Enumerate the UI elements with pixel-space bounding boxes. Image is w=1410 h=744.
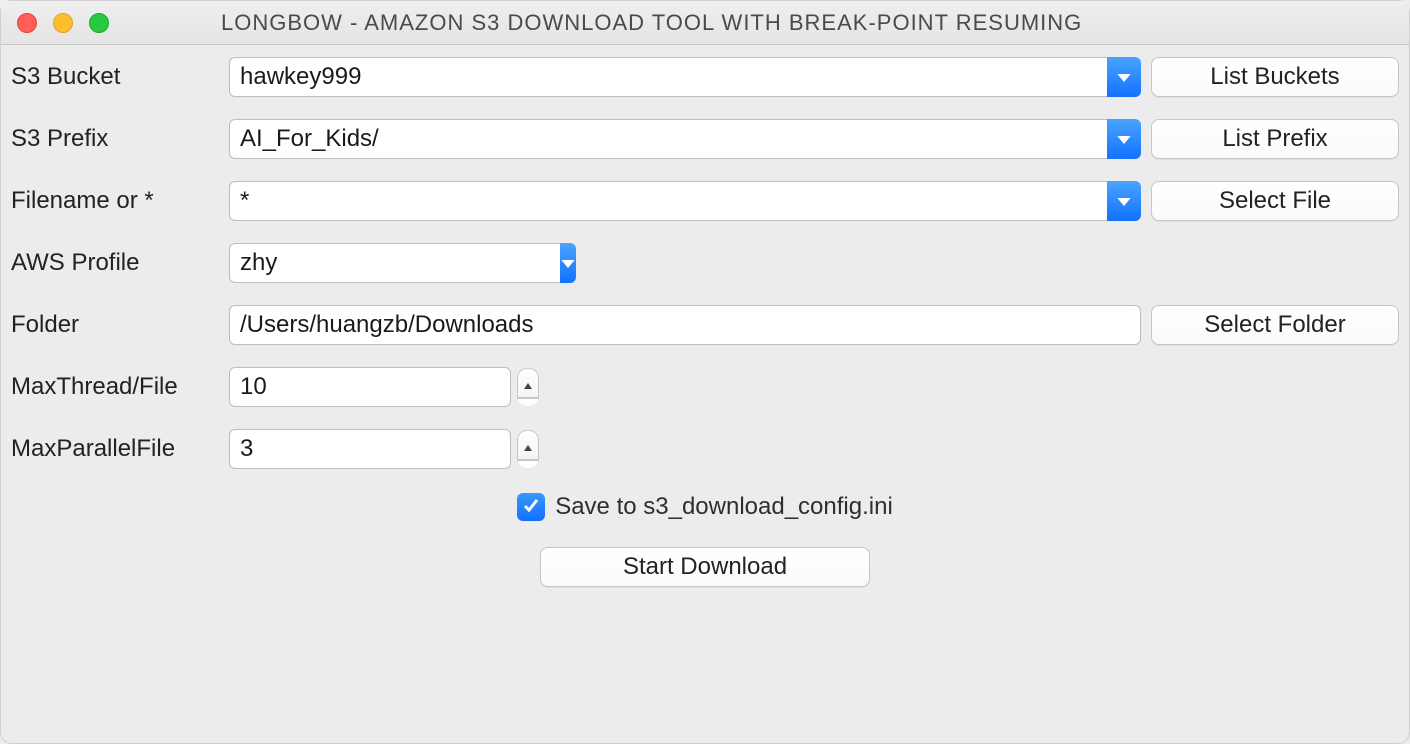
maxthread-step-down[interactable]	[517, 398, 539, 406]
maxparallel-step-down[interactable]	[517, 460, 539, 468]
folder-input[interactable]	[229, 305, 1141, 345]
chevron-down-icon	[523, 399, 533, 406]
maxthread-stepper	[517, 368, 539, 406]
save-config-label: Save to s3_download_config.ini	[555, 493, 893, 521]
maxparallel-input[interactable]	[229, 429, 511, 469]
close-window-button[interactable]	[17, 13, 37, 33]
maximize-window-button[interactable]	[89, 13, 109, 33]
s3-bucket-input[interactable]	[229, 57, 1107, 97]
s3-prefix-input[interactable]	[229, 119, 1107, 159]
list-buckets-button[interactable]: List Buckets	[1151, 57, 1399, 97]
label-aws-profile: AWS Profile	[11, 249, 219, 277]
row-folder: Folder Select Folder	[11, 305, 1399, 345]
list-prefix-button[interactable]: List Prefix	[1151, 119, 1399, 159]
chevron-down-icon	[1116, 125, 1132, 153]
chevron-down-icon	[1116, 63, 1132, 91]
chevron-down-icon	[1116, 187, 1132, 215]
s3-bucket-dropdown-button[interactable]	[1107, 57, 1141, 97]
start-download-button[interactable]: Start Download	[540, 547, 870, 587]
chevron-down-icon	[523, 461, 533, 468]
check-icon	[522, 493, 540, 521]
aws-profile-dropdown-button[interactable]	[560, 243, 576, 283]
row-maxparallel: MaxParallelFile	[11, 429, 1399, 469]
start-download-row: Start Download	[11, 547, 1399, 587]
label-maxparallel: MaxParallelFile	[11, 435, 219, 463]
save-config-checkbox[interactable]	[517, 493, 545, 521]
s3-bucket-combo	[229, 57, 1141, 97]
label-folder: Folder	[11, 311, 219, 339]
minimize-window-button[interactable]	[53, 13, 73, 33]
filename-input[interactable]	[229, 181, 1107, 221]
row-filename: Filename or * Select File	[11, 181, 1399, 221]
maxparallel-step-up[interactable]	[517, 430, 539, 460]
row-maxthread: MaxThread/File	[11, 367, 1399, 407]
titlebar: LONGBOW - AMAZON S3 DOWNLOAD TOOL WITH B…	[1, 1, 1409, 45]
label-maxthread: MaxThread/File	[11, 373, 219, 401]
chevron-up-icon	[523, 431, 533, 459]
maxthread-input[interactable]	[229, 367, 511, 407]
window-controls	[17, 13, 109, 33]
row-s3-bucket: S3 Bucket List Buckets	[11, 57, 1399, 97]
row-s3-prefix: S3 Prefix List Prefix	[11, 119, 1399, 159]
label-s3-bucket: S3 Bucket	[11, 63, 219, 91]
select-file-button[interactable]: Select File	[1151, 181, 1399, 221]
label-filename: Filename or *	[11, 187, 219, 215]
s3-prefix-combo	[229, 119, 1141, 159]
filename-combo	[229, 181, 1141, 221]
maxparallel-stepper	[517, 430, 539, 468]
row-aws-profile: AWS Profile	[11, 243, 1399, 283]
s3-prefix-dropdown-button[interactable]	[1107, 119, 1141, 159]
window-title: LONGBOW - AMAZON S3 DOWNLOAD TOOL WITH B…	[1, 10, 1409, 36]
maxthread-step-up[interactable]	[517, 368, 539, 398]
aws-profile-input[interactable]	[229, 243, 560, 283]
select-folder-button[interactable]: Select Folder	[1151, 305, 1399, 345]
aws-profile-combo	[229, 243, 539, 283]
main-content: S3 Bucket List Buckets S3 Prefix List Pr…	[1, 45, 1409, 599]
label-s3-prefix: S3 Prefix	[11, 125, 219, 153]
save-config-row: Save to s3_download_config.ini	[11, 493, 1399, 521]
chevron-up-icon	[523, 369, 533, 397]
filename-dropdown-button[interactable]	[1107, 181, 1141, 221]
chevron-down-icon	[560, 249, 576, 277]
